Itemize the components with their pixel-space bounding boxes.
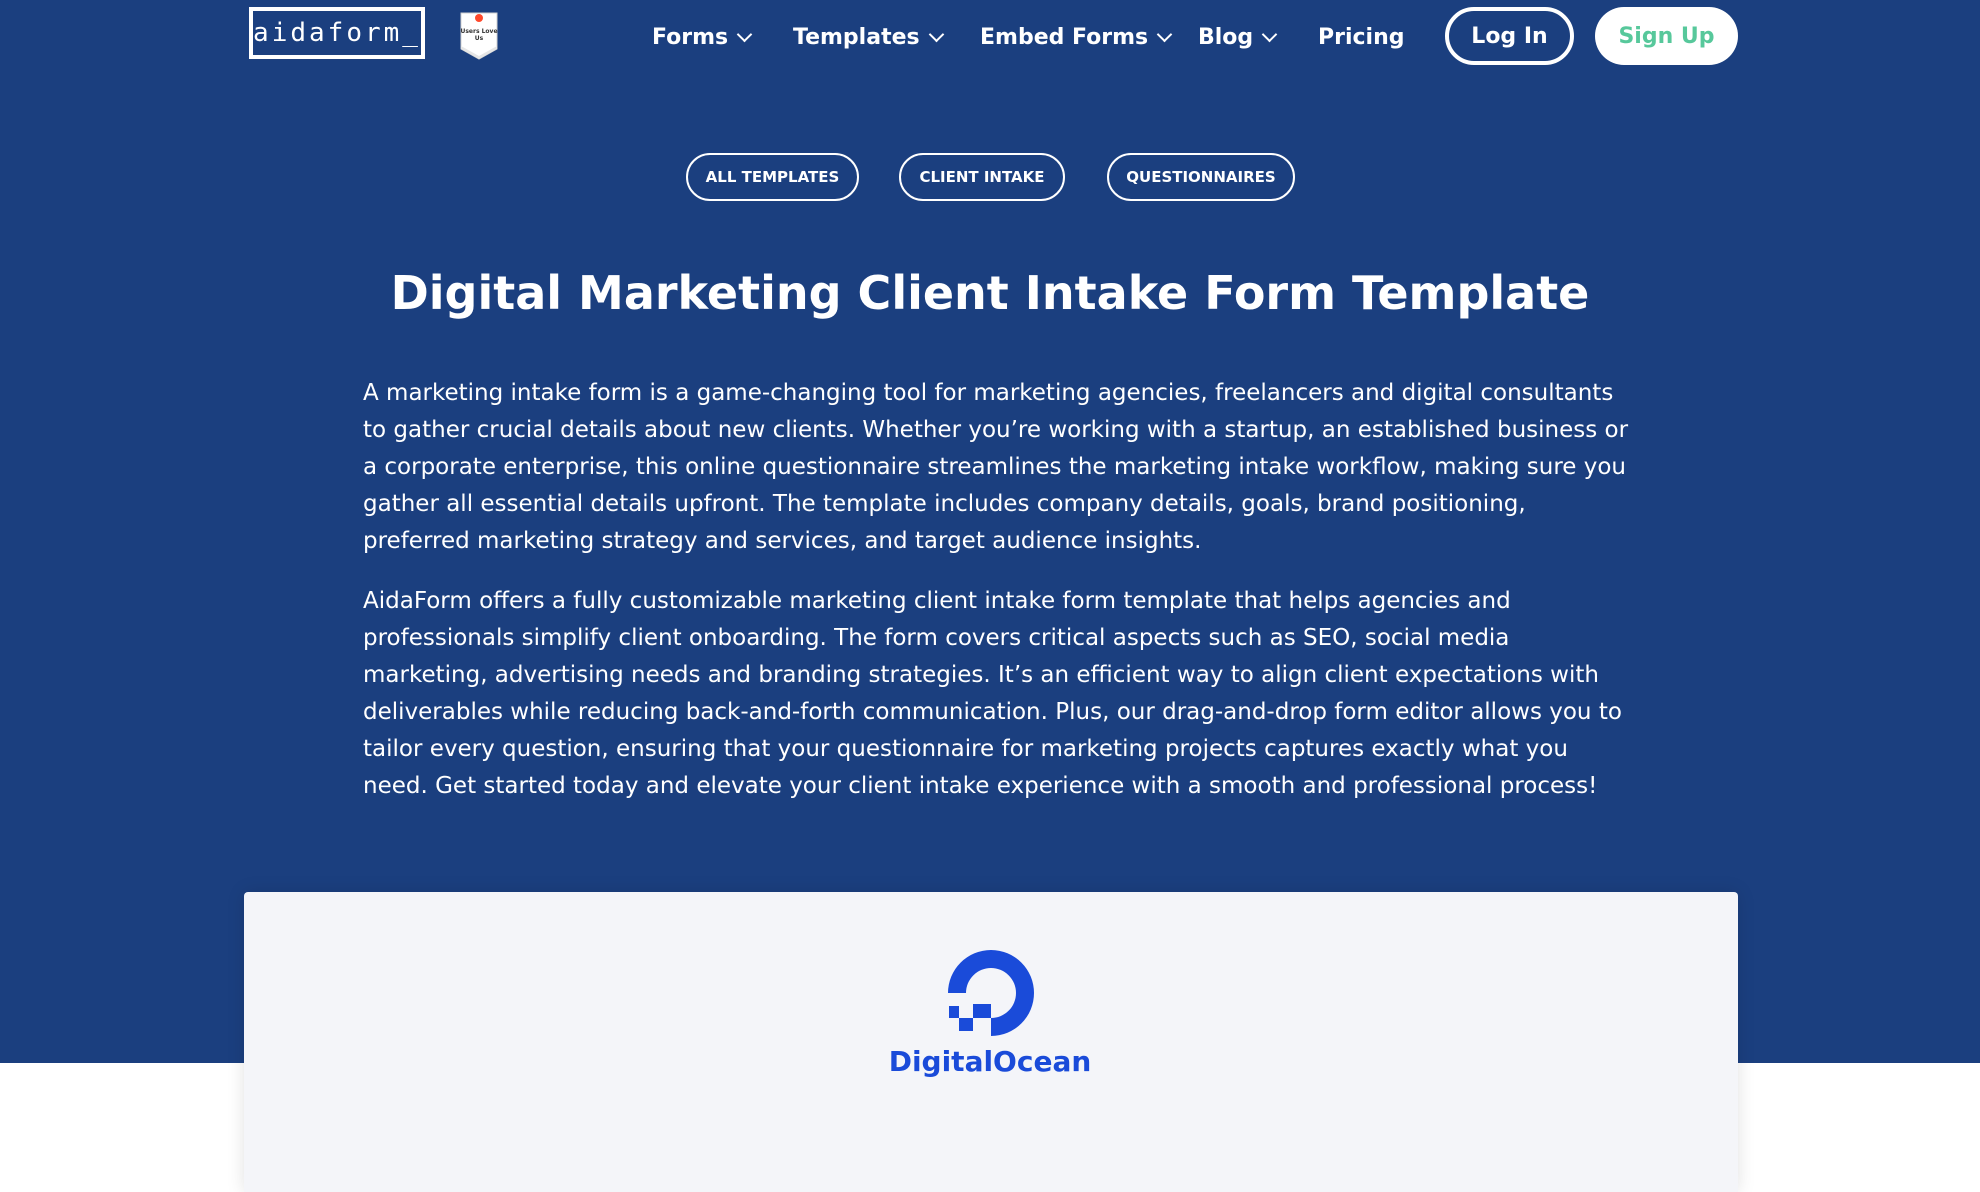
chevron-down-icon (736, 26, 753, 42)
page-title: Digital Marketing Client Intake Form Tem… (390, 266, 1590, 320)
category-client-intake[interactable]: CLIENT INTAKE (899, 153, 1065, 201)
users-love-us-badge-icon: Users Love Us (459, 11, 499, 61)
category-all-templates[interactable]: ALL TEMPLATES (686, 153, 859, 201)
login-button[interactable]: Log In (1445, 7, 1574, 65)
aidaform-logo[interactable]: aidaform_ (249, 7, 425, 59)
signup-button-label: Sign Up (1618, 23, 1715, 49)
nav-blog[interactable]: Blog (1198, 20, 1278, 54)
logo-text: aidaform_ (253, 18, 421, 48)
nav-embed-forms-label: Embed Forms (980, 24, 1149, 50)
nav-templates-label: Templates (793, 24, 920, 50)
signup-button[interactable]: Sign Up (1595, 7, 1738, 65)
digitalocean-logo-icon (946, 948, 1036, 1038)
chevron-down-icon (1261, 26, 1278, 42)
nav-pricing-label: Pricing (1318, 24, 1405, 50)
nav-forms[interactable]: Forms (652, 20, 753, 54)
category-label: ALL TEMPLATES (705, 168, 840, 186)
nav-embed-forms[interactable]: Embed Forms (980, 20, 1173, 54)
chevron-down-icon (928, 26, 944, 42)
nav-pricing[interactable]: Pricing (1318, 20, 1405, 54)
template-preview-card[interactable] (244, 892, 1738, 1192)
category-questionnaires[interactable]: QUESTIONNAIRES (1107, 153, 1295, 201)
category-label: CLIENT INTAKE (919, 168, 1045, 186)
category-label: QUESTIONNAIRES (1126, 168, 1276, 186)
badge-label: Users Love Us (460, 28, 498, 42)
login-button-label: Log In (1471, 23, 1548, 49)
nav-templates[interactable]: Templates (793, 20, 944, 54)
digitalocean-brand-name: DigitalOcean (888, 1045, 1092, 1078)
description-paragraph-1: A marketing intake form is a game-changi… (363, 380, 1629, 554)
chevron-down-icon (1156, 26, 1173, 42)
description-paragraph-2: AidaForm offers a fully customizable mar… (363, 588, 1622, 799)
nav-blog-label: Blog (1198, 24, 1254, 50)
nav-forms-label: Forms (652, 24, 729, 50)
